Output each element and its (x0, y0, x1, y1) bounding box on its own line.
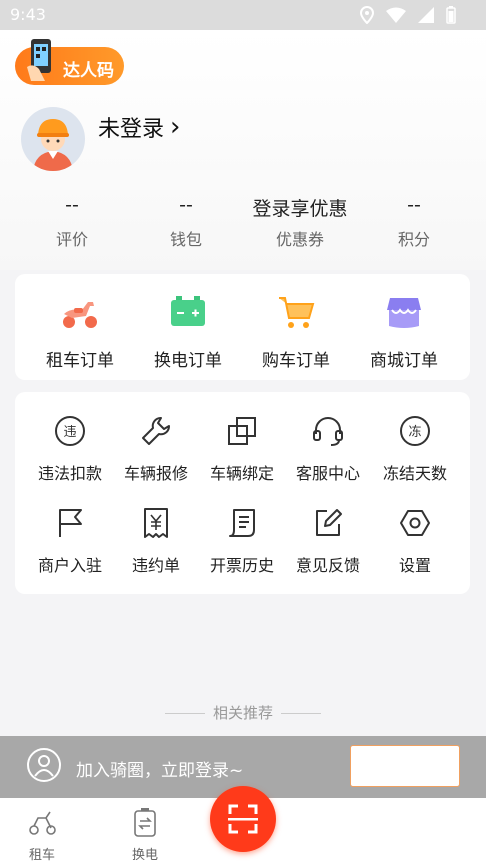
tab-label: 租车 (28, 848, 55, 863)
scan-button[interactable] (210, 786, 276, 852)
orders-card: 租车订单 换电订单 购车订单 商城订单 (15, 274, 470, 380)
tool-breach-order[interactable]: 违约单 (111, 506, 201, 576)
order-label: 租车订单 (46, 351, 114, 371)
order-battery-swap[interactable]: 换电订单 (133, 292, 243, 371)
bind-icon (228, 417, 256, 445)
scan-icon (228, 804, 258, 834)
tool-settings[interactable]: 设置 (370, 506, 460, 576)
stat-label: 评价 (55, 230, 88, 249)
divider-line (164, 713, 205, 714)
battery-tab-icon (134, 808, 156, 837)
violation-icon: 违 (55, 416, 85, 446)
scooter-icon (63, 302, 97, 328)
flag-icon (59, 509, 82, 537)
edit-icon (316, 509, 342, 536)
stat-value: -- (65, 194, 79, 216)
stat-value: -- (407, 194, 421, 216)
login-link[interactable]: 未登录 › (98, 111, 180, 143)
order-label: 购车订单 (262, 351, 330, 371)
rider-avatar-icon (33, 119, 73, 171)
status-bar: 9:43 (0, 0, 486, 30)
daren-code-button[interactable]: 达人码 (15, 39, 124, 85)
wrench-icon (142, 417, 170, 445)
tab-label: 换电 (131, 848, 158, 863)
settings-icon (400, 510, 430, 536)
tool-label: 违法扣款 (37, 464, 102, 483)
invoice-icon (229, 509, 255, 537)
tool-label: 客服中心 (295, 464, 360, 483)
location-icon (360, 6, 374, 24)
tool-label: 意见反馈 (295, 556, 360, 575)
status-time: 9:43 (10, 5, 46, 24)
order-purchase[interactable]: 购车订单 (241, 292, 351, 371)
chevron-right-icon: › (170, 112, 181, 142)
stat-rating[interactable]: -- 评价 (17, 194, 127, 250)
tool-invoice-history[interactable]: 开票历史 (197, 506, 287, 576)
order-rental[interactable]: 租车订单 (25, 292, 135, 371)
battery-status-icon (446, 6, 456, 24)
signal-icon (418, 7, 434, 23)
stat-label: 积分 (397, 230, 430, 249)
tool-label: 商户入驻 (37, 556, 102, 575)
avatar[interactable] (21, 107, 85, 171)
svg-text:冻: 冻 (408, 424, 421, 440)
wifi-icon (386, 7, 406, 23)
cart-icon (279, 297, 315, 328)
divider-line (281, 713, 321, 714)
order-mall[interactable]: 商城订单 (349, 292, 459, 371)
scooter-tab-icon (29, 811, 56, 835)
freeze-icon: 冻 (400, 416, 430, 446)
tab-rental[interactable]: 租车 (12, 806, 72, 863)
tool-label: 违约单 (131, 556, 180, 575)
tab-battery-swap[interactable]: 换电 (115, 806, 175, 863)
stat-label: 钱包 (169, 230, 202, 249)
stat-coupon[interactable]: 登录享优惠 优惠券 (245, 194, 355, 250)
banner-login-button[interactable] (350, 745, 460, 787)
recommend-title: 相关推荐 (212, 704, 273, 722)
stat-wallet[interactable]: -- 钱包 (131, 194, 241, 250)
headset-icon (313, 417, 343, 446)
daren-code-label: 达人码 (63, 61, 114, 81)
tool-label: 设置 (398, 556, 431, 575)
status-icons (360, 6, 456, 24)
tool-feedback[interactable]: 意见反馈 (283, 506, 373, 576)
tool-label: 车辆绑定 (209, 464, 274, 483)
tool-label: 开票历史 (209, 556, 274, 575)
order-label: 商城订单 (370, 351, 438, 371)
qr-phone-icon (27, 39, 51, 81)
stat-points[interactable]: -- 积分 (359, 194, 469, 250)
stat-value: 登录享优惠 (252, 198, 348, 220)
tool-customer-service[interactable]: 客服中心 (283, 414, 373, 484)
banner-text: 加入骑圈，立即登录~ (76, 761, 244, 781)
battery-icon (171, 296, 205, 326)
tool-freeze-days[interactable]: 冻 冻结天数 (370, 414, 460, 484)
tool-vehicle-repair[interactable]: 车辆报修 (111, 414, 201, 484)
shop-icon (387, 298, 421, 328)
tool-label: 车辆报修 (123, 464, 188, 483)
svg-text:违: 违 (63, 425, 76, 440)
user-icon (27, 748, 61, 782)
tool-vehicle-bind[interactable]: 车辆绑定 (197, 414, 287, 484)
receipt-icon (144, 508, 168, 538)
order-label: 换电订单 (154, 351, 222, 371)
tool-label: 冻结天数 (382, 464, 447, 483)
tool-violation-deduction[interactable]: 违 违法扣款 (25, 414, 115, 484)
tools-card: 违 违法扣款 车辆报修 车辆绑定 客服中心 冻 冻结天数 商户入驻 违约单 开票… (15, 392, 470, 594)
login-text: 未登录 (98, 117, 165, 142)
stat-value: -- (179, 194, 193, 216)
stat-label: 优惠券 (275, 230, 324, 249)
recommend-divider: 相关推荐 (0, 702, 486, 723)
tool-merchant-join[interactable]: 商户入驻 (25, 506, 115, 576)
